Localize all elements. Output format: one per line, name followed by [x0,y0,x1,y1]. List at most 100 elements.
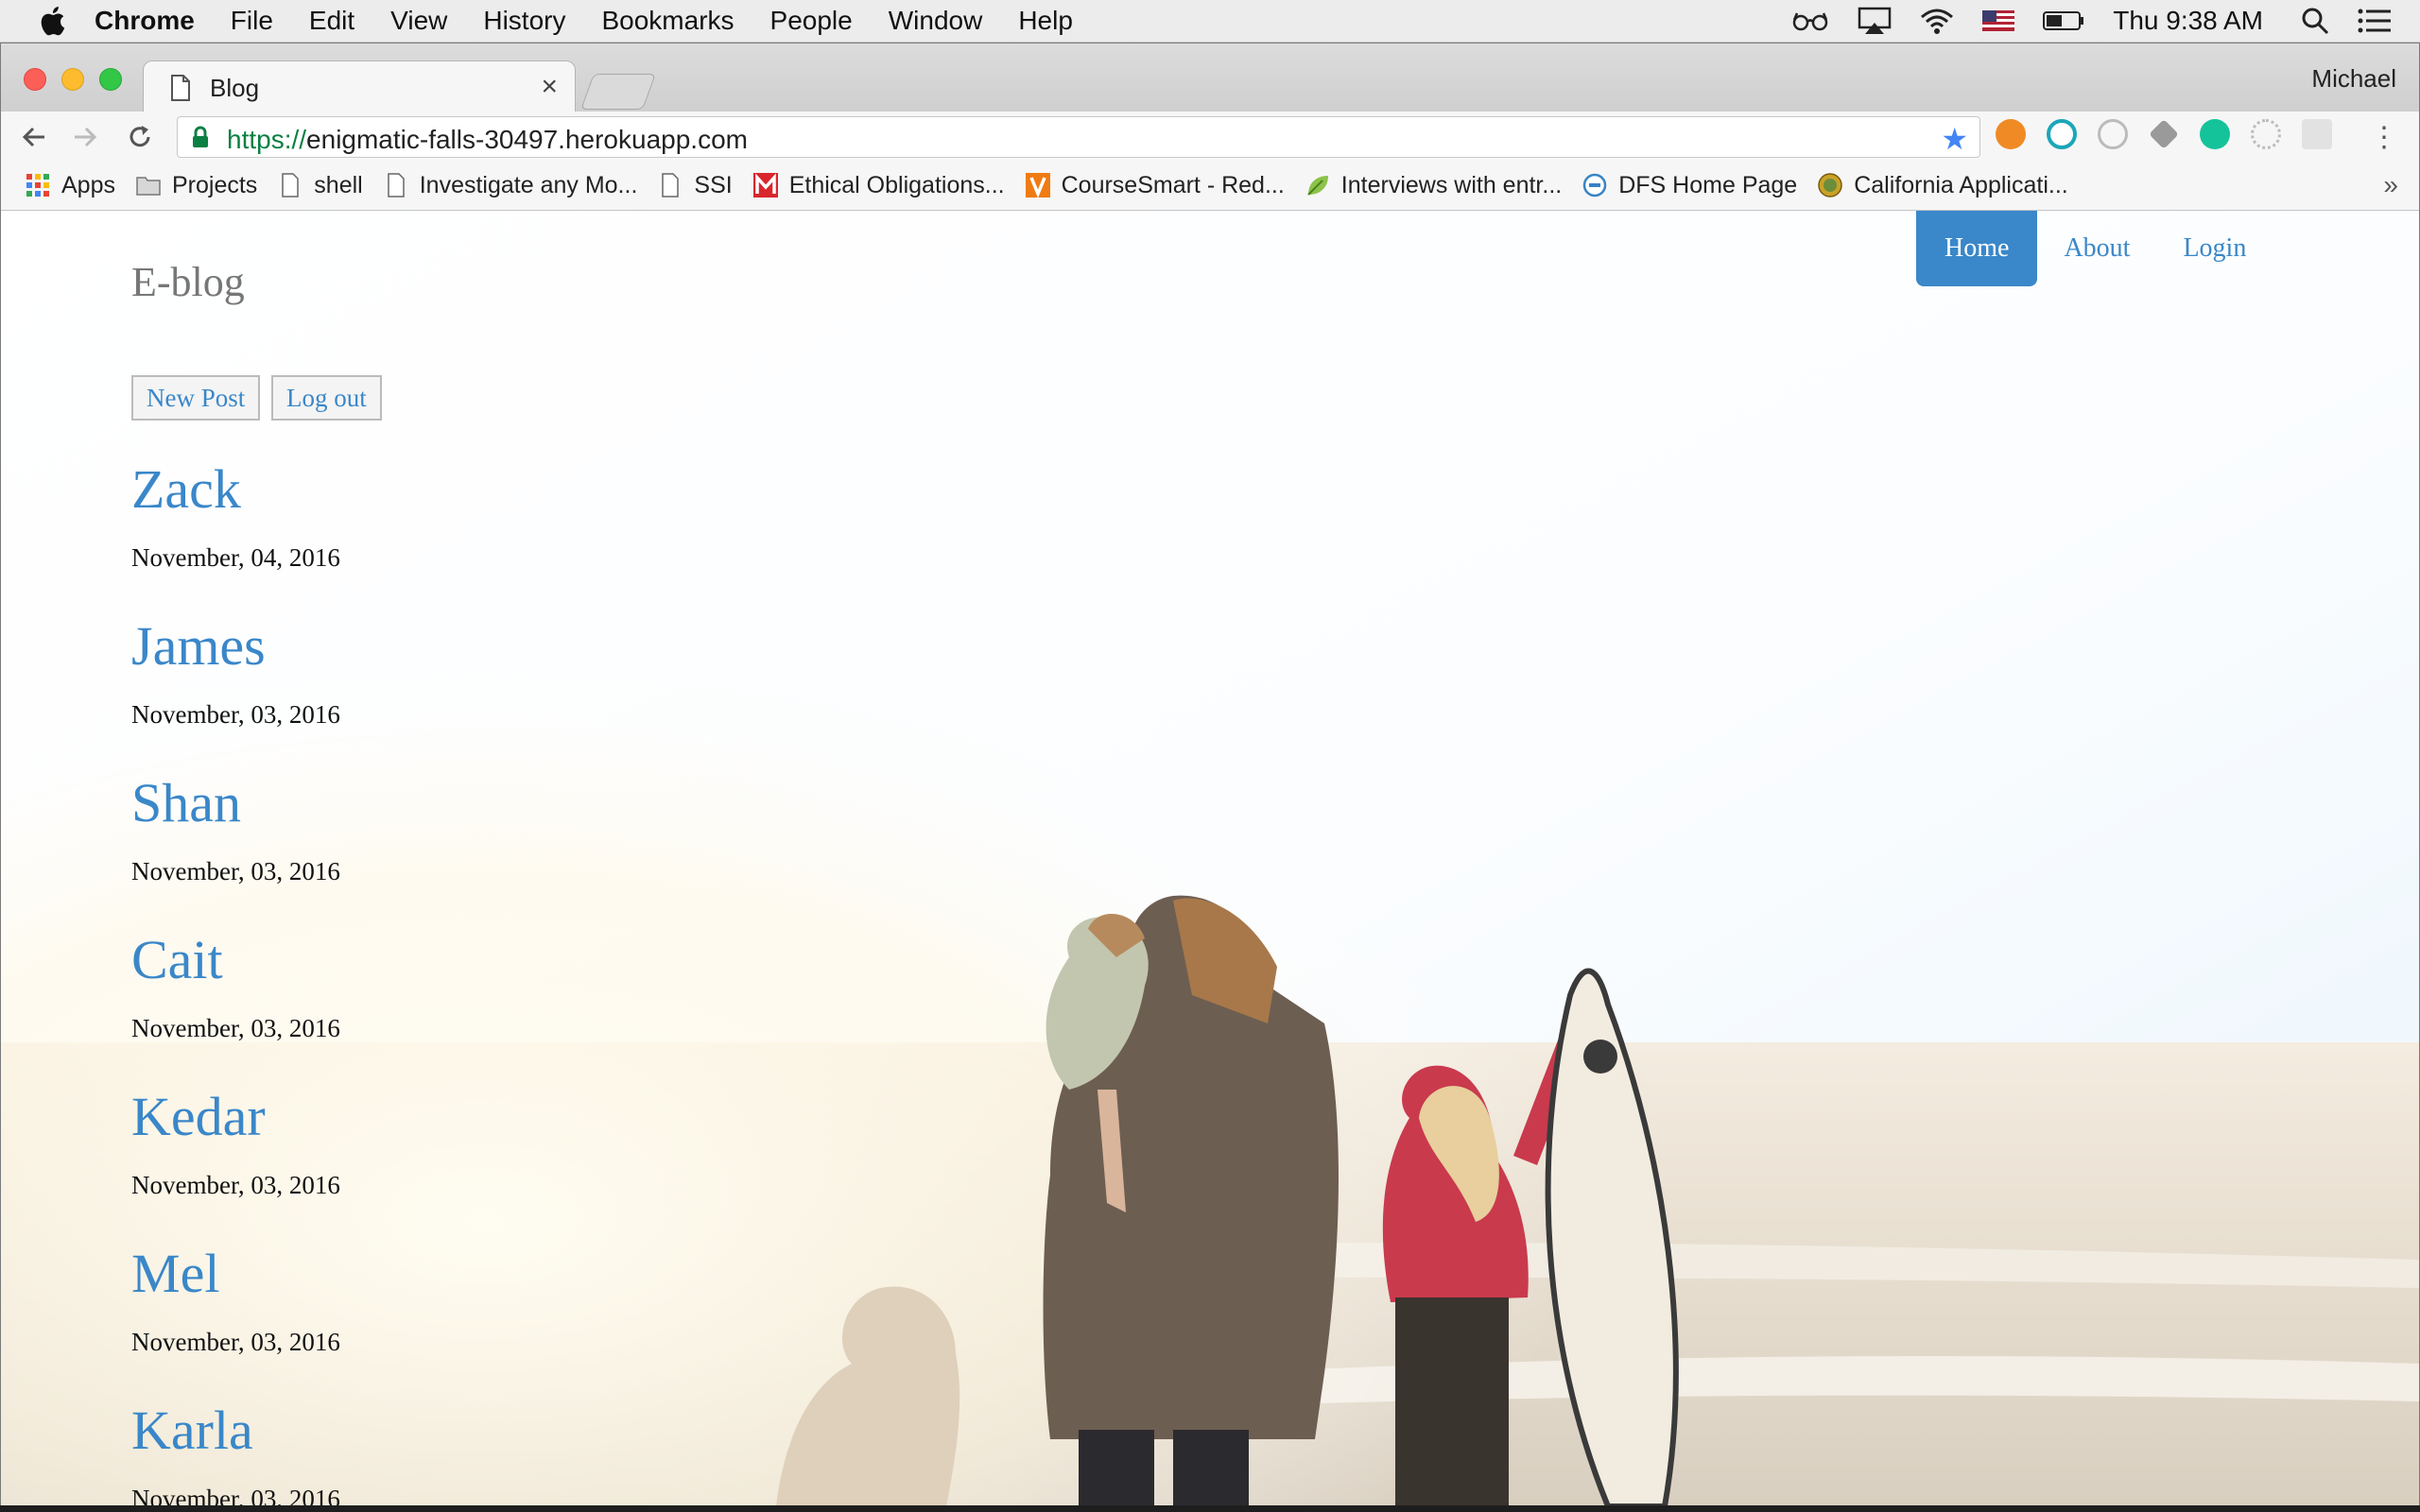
battery-icon[interactable] [2043,10,2084,31]
bookmark-interviews[interactable]: Interviews with entr... [1305,172,1562,199]
bookmark-label: CourseSmart - Red... [1061,171,1285,198]
lock-icon[interactable] [191,126,210,148]
post-date: November, 04, 2016 [131,543,340,572]
m-logo-icon [752,173,778,198]
menu-view[interactable]: View [390,6,447,36]
bookmark-ssi[interactable]: SSI [658,171,733,199]
bookmark-projects[interactable]: Projects [136,172,257,199]
bookmark-label: California Applicati... [1854,171,2068,198]
tab-title: Blog [210,74,260,102]
post-title-link[interactable]: James [131,613,340,679]
post-title-link[interactable]: Kedar [131,1084,340,1150]
close-window-button[interactable] [24,68,46,91]
airplay-icon[interactable] [1858,7,1892,35]
macos-menu-bar: Chrome File Edit View History Bookmarks … [0,0,2420,43]
nav-home-link[interactable]: Home [1916,211,2038,286]
puzzle-extension-icon[interactable] [2149,119,2179,149]
apps-grid-icon [26,174,49,197]
post-date: November, 03, 2016 [131,1171,340,1199]
site-brand[interactable]: E-blog [131,258,245,306]
bookmark-label: shell [314,171,363,198]
blank-extension-icon[interactable] [2302,119,2332,149]
reload-icon[interactable] [124,121,156,153]
bookmark-investigate[interactable]: Investigate any Mo... [384,171,638,199]
chrome-menu-icon[interactable]: ⋮ [2370,121,2398,154]
profile-name[interactable]: Michael [2311,64,2396,94]
bookmarks-bar: Apps Projects shell Investigate any Mo..… [1,161,2419,211]
new-tab-button[interactable] [580,74,656,110]
seal-icon [1818,173,1842,198]
react-extension-icon[interactable] [2251,119,2281,149]
url-scheme: https:// [227,125,307,154]
glasses-icon[interactable] [1791,10,1829,31]
menu-bookmarks[interactable]: Bookmarks [601,6,734,36]
bookmark-label: Ethical Obligations... [788,171,1005,198]
log-out-button[interactable]: Log out [271,375,382,421]
post-title-link[interactable]: Shan [131,770,340,836]
tab-strip: Blog × Michael [1,43,2419,112]
menu-app-chrome[interactable]: Chrome [95,6,195,36]
post-date: November, 03, 2016 [131,857,340,885]
post-title-link[interactable]: Cait [131,927,340,993]
bookmark-apps[interactable]: Apps [26,172,115,199]
post-title-link[interactable]: Mel [131,1241,340,1307]
page-icon [387,173,405,198]
jsonview-extension-icon[interactable] [1996,119,2026,149]
forward-arrow-icon[interactable] [69,121,101,153]
bookmark-california[interactable]: California Applicati... [1818,172,2068,199]
bookmark-label: Investigate any Mo... [419,171,638,198]
post-item: Shan November, 03, 2016 [131,770,340,927]
address-bar[interactable]: https://enigmatic-falls-30497.herokuapp.… [177,116,1980,158]
zoom-window-button[interactable] [99,68,122,91]
browser-toolbar: https://enigmatic-falls-30497.herokuapp.… [1,112,2419,161]
page-icon [171,75,190,101]
post-list: Zack November, 04, 2016 James November, … [131,456,340,1506]
bookmarks-overflow-icon[interactable]: » [2383,170,2398,200]
menubar-clock[interactable]: Thu 9:38 AM [2113,6,2263,36]
minimize-window-button[interactable] [61,68,84,91]
site-nav: Home About Login [1916,211,2273,286]
bookmark-star-icon[interactable]: ★ [1941,121,1968,157]
dell-logo-icon [1582,173,1607,198]
back-arrow-icon[interactable] [18,121,50,153]
menu-edit[interactable]: Edit [309,6,354,36]
menu-window[interactable]: Window [889,6,983,36]
post-item: James November, 03, 2016 [131,613,340,770]
folder-icon [136,177,161,196]
us-flag-icon[interactable] [1982,10,2015,31]
gray-extension-icon[interactable] [2098,119,2128,149]
bookmark-label: Interviews with entr... [1340,171,1563,198]
notification-list-icon[interactable] [2358,9,2392,33]
teal-extension-icon[interactable] [2047,119,2077,149]
bookmark-label: SSI [694,171,733,198]
window-shadow-edge [0,1505,2420,1512]
menu-file[interactable]: File [231,6,273,36]
post-title-link[interactable]: Karla [131,1398,340,1464]
bookmark-label: Apps [61,171,115,198]
wifi-icon[interactable] [1920,7,1954,35]
post-item: Zack November, 04, 2016 [131,456,340,613]
menu-help[interactable]: Help [1018,6,1073,36]
apple-logo-icon[interactable] [38,5,66,37]
grammarly-extension-icon[interactable] [2200,119,2230,149]
page-icon [282,173,300,198]
post-date: November, 03, 2016 [131,700,340,729]
url-text[interactable]: https://enigmatic-falls-30497.herokuapp.… [227,125,748,155]
post-item: Karla November, 03, 2016 [131,1398,340,1506]
post-title-link[interactable]: Zack [131,456,340,523]
bookmark-ethical[interactable]: Ethical Obligations... [752,171,1005,199]
tab-blog[interactable]: Blog × [143,60,576,112]
bookmark-coursesmart[interactable]: CourseSmart - Red... [1025,171,1285,199]
url-host: enigmatic-falls-30497.herokuapp.com [306,125,748,154]
menu-history[interactable]: History [483,6,565,36]
nav-login-link[interactable]: Login [2156,211,2273,286]
nav-about-link[interactable]: About [2037,211,2156,286]
bookmark-shell[interactable]: shell [278,171,363,199]
bookmark-dfs[interactable]: DFS Home Page [1582,172,1797,199]
menu-people[interactable]: People [770,6,853,36]
spotlight-icon[interactable] [2301,7,2329,35]
post-item: Mel November, 03, 2016 [131,1241,340,1398]
new-post-button[interactable]: New Post [131,375,261,421]
post-item: Kedar November, 03, 2016 [131,1084,340,1241]
tab-close-icon[interactable]: × [541,71,558,103]
